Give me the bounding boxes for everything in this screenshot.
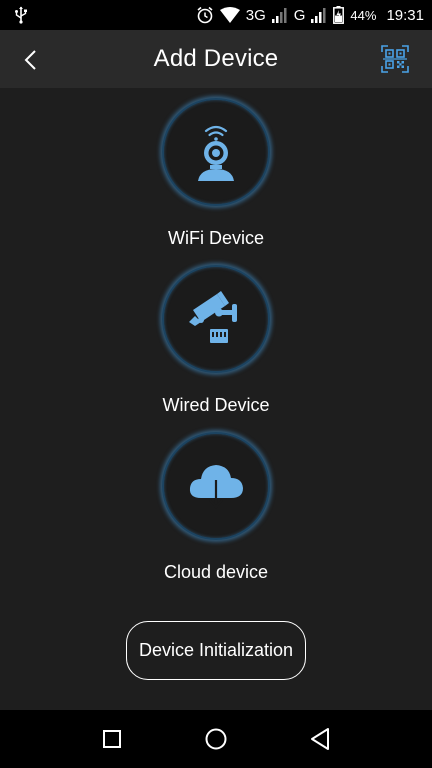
network-type: 3G [245,6,266,24]
wifi-icon [219,7,240,23]
square-icon [103,730,121,748]
network-type-2: G [293,6,306,24]
chevron-left-icon [24,50,36,70]
circle-icon [205,728,227,750]
wifi-device-label: WiFi Device [167,228,264,248]
signal-icon [271,7,288,23]
option-wifi-device[interactable]: WiFi Device [0,98,432,249]
cloud-download-icon [189,465,243,509]
wired-camera-icon [189,291,237,343]
navigation-bar [0,710,432,768]
option-wired-device[interactable]: Wired Device [0,265,432,416]
wifi-camera-icon [198,125,234,181]
device-initialization-button[interactable]: Device Initialization [126,621,306,680]
usb-icon [14,6,28,24]
battery-percent: 44% [350,7,377,23]
option-cloud-device[interactable]: Cloud device [0,432,432,583]
qr-scan-button[interactable] [378,42,412,76]
app-header: Add Device [0,30,432,88]
wired-device-button[interactable] [162,265,270,373]
wired-device-label: Wired Device [162,395,270,415]
clock: 19:31 [386,6,424,24]
triangle-back-icon [311,728,329,750]
cloud-device-label: Cloud device [163,562,269,582]
battery-icon [333,6,345,24]
cloud-device-button[interactable] [162,432,270,540]
back-button[interactable] [14,44,46,76]
home-button[interactable] [196,719,236,759]
status-left [14,6,196,24]
alarm-icon [196,6,214,24]
wifi-device-button[interactable] [162,98,270,206]
signal-icon-2 [311,7,327,23]
page-title: Add Device [153,45,279,72]
status-bar: 3G G 44% 19:31 [0,0,432,30]
recents-button[interactable] [92,719,132,759]
back-nav-button[interactable] [300,719,340,759]
qr-code-icon [381,45,409,73]
status-right: 3G G 44% 19:31 [196,6,424,24]
